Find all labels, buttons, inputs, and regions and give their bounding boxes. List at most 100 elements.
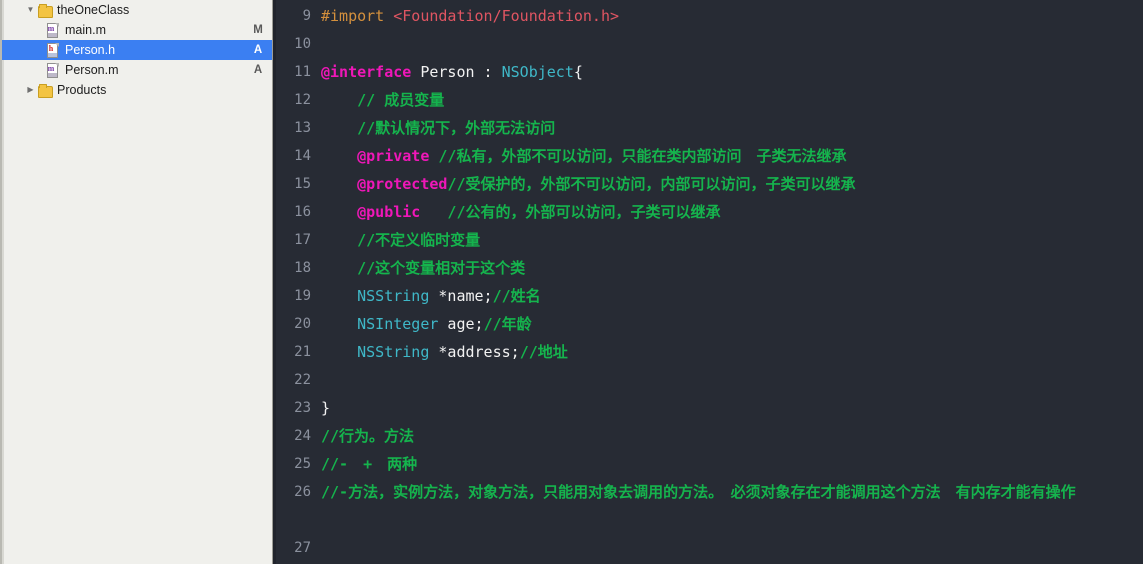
code-token: { (573, 63, 583, 81)
navigator-item-label: main.m (65, 23, 106, 37)
code-token: @public (357, 203, 421, 221)
code-line-text[interactable]: //-方法，实例方法，对象方法，只能用对象去调用的方法。 必须对象存在才能调用这… (321, 478, 1143, 506)
scm-status-badge: A (253, 64, 263, 76)
navigator-item-label: Person.h (65, 43, 116, 57)
code-line[interactable]: 25 //- + 两种 (273, 450, 1143, 478)
navigator-file-list[interactable]: ▼ theOneClass m main.m Mh Person.h Am Person.m A… (2, 0, 272, 100)
code-line[interactable]: 23} (273, 394, 1143, 422)
code-token: NSObject (501, 63, 574, 81)
code-line[interactable]: 24 //行为。方法 (273, 422, 1143, 450)
code-line-text[interactable]: //- + 两种 (321, 450, 1143, 478)
code-line[interactable]: 17 //不定义临时变量 (273, 226, 1143, 254)
code-token: @private (357, 147, 430, 165)
scm-status-badge: A (253, 44, 263, 56)
scm-status-badge: M (253, 24, 263, 36)
code-line-text[interactable]: //行为。方法 (321, 422, 1143, 450)
navigator-item-main-m[interactable]: m main.m M (2, 20, 272, 40)
disclosure-triangle-open-icon[interactable]: ▼ (24, 6, 37, 14)
code-token: //私有，外部不可以访问，只能在类内部访问 子类无法继承 (429, 147, 847, 165)
code-token: //默认情况下，外部无法访问 (321, 119, 556, 137)
navigator-item-label: Products (57, 83, 107, 97)
code-line[interactable]: 14 @private //私有，外部不可以访问，只能在类内部访问 子类无法继承 (273, 142, 1143, 170)
code-line[interactable]: 16 @public //公有的，外部可以访问，子类可以继承 (273, 198, 1143, 226)
code-line-text[interactable]: NSInteger age;//年龄 (321, 310, 1143, 338)
code-token: //地址 (519, 343, 568, 361)
code-token: //-方法，实例方法，对象方法，只能用对象去调用的方法。 必须对象存在才能调用这… (321, 483, 1076, 501)
code-line[interactable]: 26 //-方法，实例方法，对象方法，只能用对象去调用的方法。 必须对象存在才能调… (273, 478, 1143, 534)
navigator-item-person-m[interactable]: m Person.m A (2, 60, 272, 80)
navigator-item-theoneclass[interactable]: ▼ theOneClass (2, 0, 272, 20)
code-token: //受保护的，外部不可以访问，内部可以访问，子类可以继承 (447, 175, 856, 193)
line-number: 23 (294, 400, 311, 416)
code-line-text[interactable]: //默认情况下，外部无法访问 (321, 114, 1143, 142)
code-line[interactable]: 22 (273, 366, 1143, 394)
code-line[interactable]: 9 #import <Foundation/Foundation.h> (273, 2, 1143, 30)
code-line[interactable]: 12 // 成员变量 (273, 86, 1143, 114)
code-line-text[interactable]: //这个变量相对于这个类 (321, 254, 1143, 282)
line-number: 9 (302, 8, 311, 24)
code-line-text[interactable]: NSString *address;//地址 (321, 338, 1143, 366)
objc-implementation-file-icon: m (46, 22, 60, 38)
code-line[interactable]: 21 NSString *address;//地址 (273, 338, 1143, 366)
line-number: 12 (294, 92, 311, 108)
code-token: NSInteger (357, 315, 439, 333)
code-token: age; (438, 315, 484, 333)
line-number: 24 (294, 428, 311, 444)
code-token: <Foundation/Foundation.h> (393, 7, 620, 25)
code-token: //姓名 (492, 287, 541, 305)
line-number: 10 (294, 36, 311, 52)
code-line-text[interactable]: @protected//受保护的，外部不可以访问，内部可以访问，子类可以继承 (321, 170, 1143, 198)
code-line-text[interactable]: // 成员变量 (321, 86, 1143, 114)
code-line[interactable]: 11 @interface Person : NSObject{ (273, 58, 1143, 86)
code-token: } (321, 399, 331, 417)
code-line-text[interactable]: #import <Foundation/Foundation.h> (321, 2, 1143, 30)
line-number: 25 (294, 456, 311, 472)
code-token: //年龄 (483, 315, 532, 333)
xcode-window: ▼ theOneClass m main.m Mh Person.h Am Person.m A… (0, 0, 1143, 564)
code-line[interactable]: 20 NSInteger age;//年龄 (273, 310, 1143, 338)
code-token: //这个变量相对于这个类 (321, 259, 526, 277)
code-line[interactable]: 15 @protected//受保护的，外部不可以访问，内部可以访问，子类可以继… (273, 170, 1143, 198)
source-editor[interactable]: 9 #import <Foundation/Foundation.h> 10 11 @i… (273, 0, 1143, 564)
line-number: 22 (294, 372, 311, 388)
project-navigator[interactable]: ▼ theOneClass m main.m Mh Person.h Am Person.m A… (0, 0, 273, 564)
objc-header-file-icon: h (46, 42, 60, 58)
code-line[interactable]: 27 (273, 534, 1143, 562)
navigator-item-products[interactable]: ▶ Products (2, 80, 272, 100)
code-token: NSString (357, 343, 430, 361)
code-content[interactable]: 9 #import <Foundation/Foundation.h> 10 11 @i… (273, 0, 1143, 564)
code-line[interactable]: 18 //这个变量相对于这个类 (273, 254, 1143, 282)
line-number: 15 (294, 176, 311, 192)
code-line[interactable]: 10 (273, 30, 1143, 58)
line-number: 16 (294, 204, 311, 220)
folder-icon (37, 3, 53, 18)
code-line-text[interactable]: @interface Person : NSObject{ (321, 58, 1143, 86)
code-token: @interface (321, 63, 412, 81)
code-token: //公有的，外部可以访问，子类可以继承 (420, 203, 721, 221)
code-line-text[interactable]: } (321, 394, 1143, 422)
navigator-item-label: theOneClass (57, 3, 130, 17)
code-token: //不定义临时变量 (321, 231, 481, 249)
disclosure-triangle-closed-icon[interactable]: ▶ (24, 86, 37, 94)
code-token: @protected (357, 175, 448, 193)
navigator-item-label: Person.m (65, 63, 119, 77)
code-line[interactable]: 13 //默认情况下，外部无法访问 (273, 114, 1143, 142)
code-line-text[interactable]: @private //私有，外部不可以访问，只能在类内部访问 子类无法继承 (321, 142, 1143, 170)
folder-icon (37, 83, 53, 98)
code-token: Person : (411, 63, 502, 81)
code-line-text[interactable]: @public //公有的，外部可以访问，子类可以继承 (321, 198, 1143, 226)
line-number: 14 (294, 148, 311, 164)
file-type-badge: m (47, 23, 55, 33)
line-number: 18 (294, 260, 311, 276)
code-token: //行为。方法 (321, 427, 415, 445)
code-line-text[interactable]: //不定义临时变量 (321, 226, 1143, 254)
code-line-text[interactable]: NSString *name;//姓名 (321, 282, 1143, 310)
file-type-badge: m (47, 63, 55, 73)
navigator-item-person-h[interactable]: h Person.h A (2, 40, 272, 60)
code-line[interactable]: 19 NSString *name;//姓名 (273, 282, 1143, 310)
line-number: 20 (294, 316, 311, 332)
